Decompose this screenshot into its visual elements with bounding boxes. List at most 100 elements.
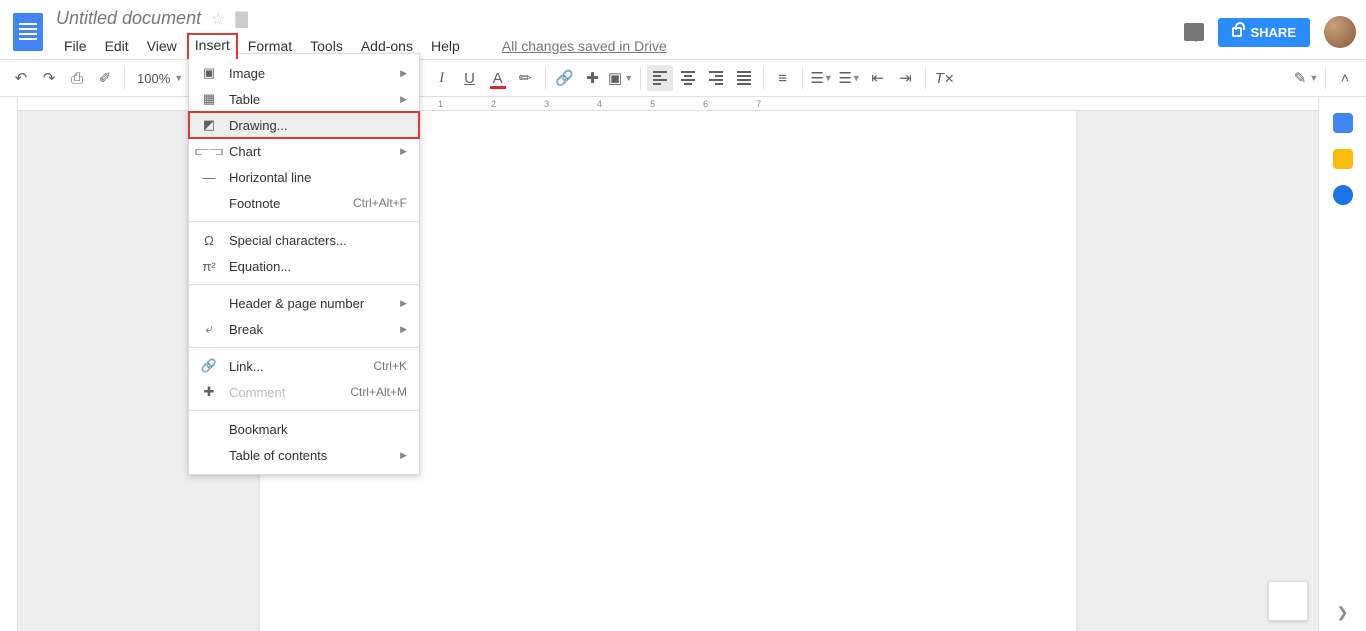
insert-image-button[interactable]: ▣▼ — [608, 65, 634, 91]
table-icon: ▦ — [201, 91, 217, 107]
vertical-ruler[interactable] — [0, 97, 18, 631]
menu-item-image[interactable]: ▣ Image ▶ — [189, 60, 419, 86]
menu-item-drawing[interactable]: ◩ Drawing... — [189, 112, 419, 138]
explore-button[interactable] — [1268, 581, 1308, 621]
menu-item-label: Link... — [229, 359, 264, 374]
menu-item-equation[interactable]: π² Equation... — [189, 253, 419, 279]
hide-side-panel-button[interactable]: ❯ — [1337, 604, 1349, 621]
clear-formatting-button[interactable]: T✕ — [932, 65, 958, 91]
menu-shortcut: Ctrl+Alt+F — [353, 196, 407, 210]
submenu-arrow-icon: ▶ — [400, 298, 407, 309]
calendar-icon[interactable] — [1333, 113, 1353, 133]
decrease-indent-button[interactable]: ⇤ — [865, 65, 891, 91]
side-panel: ❯ — [1318, 97, 1366, 631]
header-icon — [201, 295, 217, 311]
submenu-arrow-icon: ▶ — [400, 146, 407, 157]
italic-button[interactable]: I — [429, 65, 455, 91]
keep-icon[interactable] — [1333, 149, 1353, 169]
menu-item-label: Special characters... — [229, 233, 347, 248]
submenu-arrow-icon: ▶ — [400, 94, 407, 105]
avatar[interactable] — [1324, 16, 1356, 48]
comment-icon: ✚ — [201, 384, 217, 400]
menu-item-label: Break — [229, 322, 263, 337]
menu-item-horizontal-line[interactable]: — Horizontal line — [189, 164, 419, 190]
text-color-button[interactable]: A — [485, 65, 511, 91]
editing-mode-button[interactable]: ✎▼ — [1293, 65, 1319, 91]
menu-item-table[interactable]: ▦ Table ▶ — [189, 86, 419, 112]
undo-button[interactable]: ↶ — [8, 65, 34, 91]
toc-icon — [201, 447, 217, 463]
menu-item-label: Bookmark — [229, 422, 288, 437]
menu-view[interactable]: View — [139, 34, 185, 58]
star-icon[interactable]: ☆ — [211, 9, 225, 29]
align-left-button[interactable] — [647, 65, 673, 91]
menu-shortcut: Ctrl+Alt+M — [350, 385, 407, 399]
lock-icon — [1232, 27, 1242, 37]
insert-comment-button[interactable]: ✚ — [580, 65, 606, 91]
tasks-icon[interactable] — [1333, 185, 1353, 205]
menubar: File Edit View Insert Format Tools Add-o… — [56, 33, 1184, 59]
save-status[interactable]: All changes saved in Drive — [502, 38, 667, 54]
print-button[interactable]: ⎙ — [64, 65, 90, 91]
menu-shortcut: Ctrl+K — [373, 359, 407, 373]
folder-icon[interactable]: ▇ — [235, 9, 247, 29]
docs-logo[interactable] — [10, 8, 46, 56]
menu-item-special-characters[interactable]: Ω Special characters... — [189, 227, 419, 253]
menu-item-link[interactable]: 🔗 Link... Ctrl+K — [189, 353, 419, 379]
submenu-arrow-icon: ▶ — [400, 450, 407, 461]
footnote-icon — [201, 195, 217, 211]
submenu-arrow-icon: ▶ — [400, 324, 407, 335]
align-right-button[interactable] — [703, 65, 729, 91]
break-icon: ⤶ — [201, 321, 217, 337]
menu-item-label: Header & page number — [229, 296, 364, 311]
menu-item-label: Equation... — [229, 259, 291, 274]
menu-file[interactable]: File — [56, 34, 95, 58]
align-center-button[interactable] — [675, 65, 701, 91]
line-spacing-button[interactable]: ≡ — [770, 65, 796, 91]
insert-link-button[interactable]: 🔗 — [552, 65, 578, 91]
menu-insert[interactable]: Insert — [187, 33, 238, 59]
image-icon: ▣ — [201, 65, 217, 81]
menu-item-break[interactable]: ⤶ Break ▶ — [189, 316, 419, 342]
menu-item-label: Chart — [229, 144, 261, 159]
menu-help[interactable]: Help — [423, 34, 468, 58]
menu-item-label: Drawing... — [229, 118, 288, 133]
menu-item-label: Comment — [229, 385, 285, 400]
chart-icon: ⫍⫎ — [201, 143, 217, 159]
share-button[interactable]: SHARE — [1218, 18, 1310, 47]
bookmark-icon — [201, 421, 217, 437]
menu-item-chart[interactable]: ⫍⫎ Chart ▶ — [189, 138, 419, 164]
align-justify-button[interactable] — [731, 65, 757, 91]
menu-item-table-of-contents[interactable]: Table of contents ▶ — [189, 442, 419, 468]
zoom-combo[interactable]: 100%▼ — [131, 71, 189, 86]
highlight-button[interactable]: ✎ — [513, 65, 539, 91]
increase-indent-button[interactable]: ⇥ — [893, 65, 919, 91]
menu-item-label: Table of contents — [229, 448, 327, 463]
menu-item-label: Table — [229, 92, 260, 107]
menu-edit[interactable]: Edit — [97, 34, 137, 58]
share-label: SHARE — [1250, 25, 1296, 40]
comments-icon[interactable] — [1184, 23, 1204, 41]
doc-title[interactable]: Untitled document — [56, 8, 201, 29]
menu-item-footnote[interactable]: Footnote Ctrl+Alt+F — [189, 190, 419, 216]
redo-button[interactable]: ↷ — [36, 65, 62, 91]
bulleted-list-button[interactable]: ☰▼ — [837, 65, 863, 91]
submenu-arrow-icon: ▶ — [400, 68, 407, 79]
link-icon: 🔗 — [201, 358, 217, 374]
menu-item-label: Horizontal line — [229, 170, 311, 185]
menu-item-label: Footnote — [229, 196, 280, 211]
collapse-toolbar-button[interactable]: ˄ — [1332, 65, 1358, 91]
numbered-list-button[interactable]: ☰▼ — [809, 65, 835, 91]
paint-format-button[interactable]: ✐ — [92, 65, 118, 91]
equation-icon: π² — [201, 258, 217, 274]
insert-menu-dropdown: ▣ Image ▶ ▦ Table ▶ ◩ Drawing... ⫍⫎ Chart ▶ — Horizo… — [188, 53, 420, 475]
underline-button[interactable]: U — [457, 65, 483, 91]
menu-item-header-page-number[interactable]: Header & page number ▶ — [189, 290, 419, 316]
drawing-icon: ◩ — [201, 117, 217, 133]
header: Untitled document ☆ ▇ File Edit View Ins… — [0, 0, 1366, 59]
menu-item-bookmark[interactable]: Bookmark — [189, 416, 419, 442]
menu-item-comment: ✚ Comment Ctrl+Alt+M — [189, 379, 419, 405]
omega-icon: Ω — [201, 232, 217, 248]
menu-item-label: Image — [229, 66, 265, 81]
hr-icon: — — [201, 169, 217, 185]
